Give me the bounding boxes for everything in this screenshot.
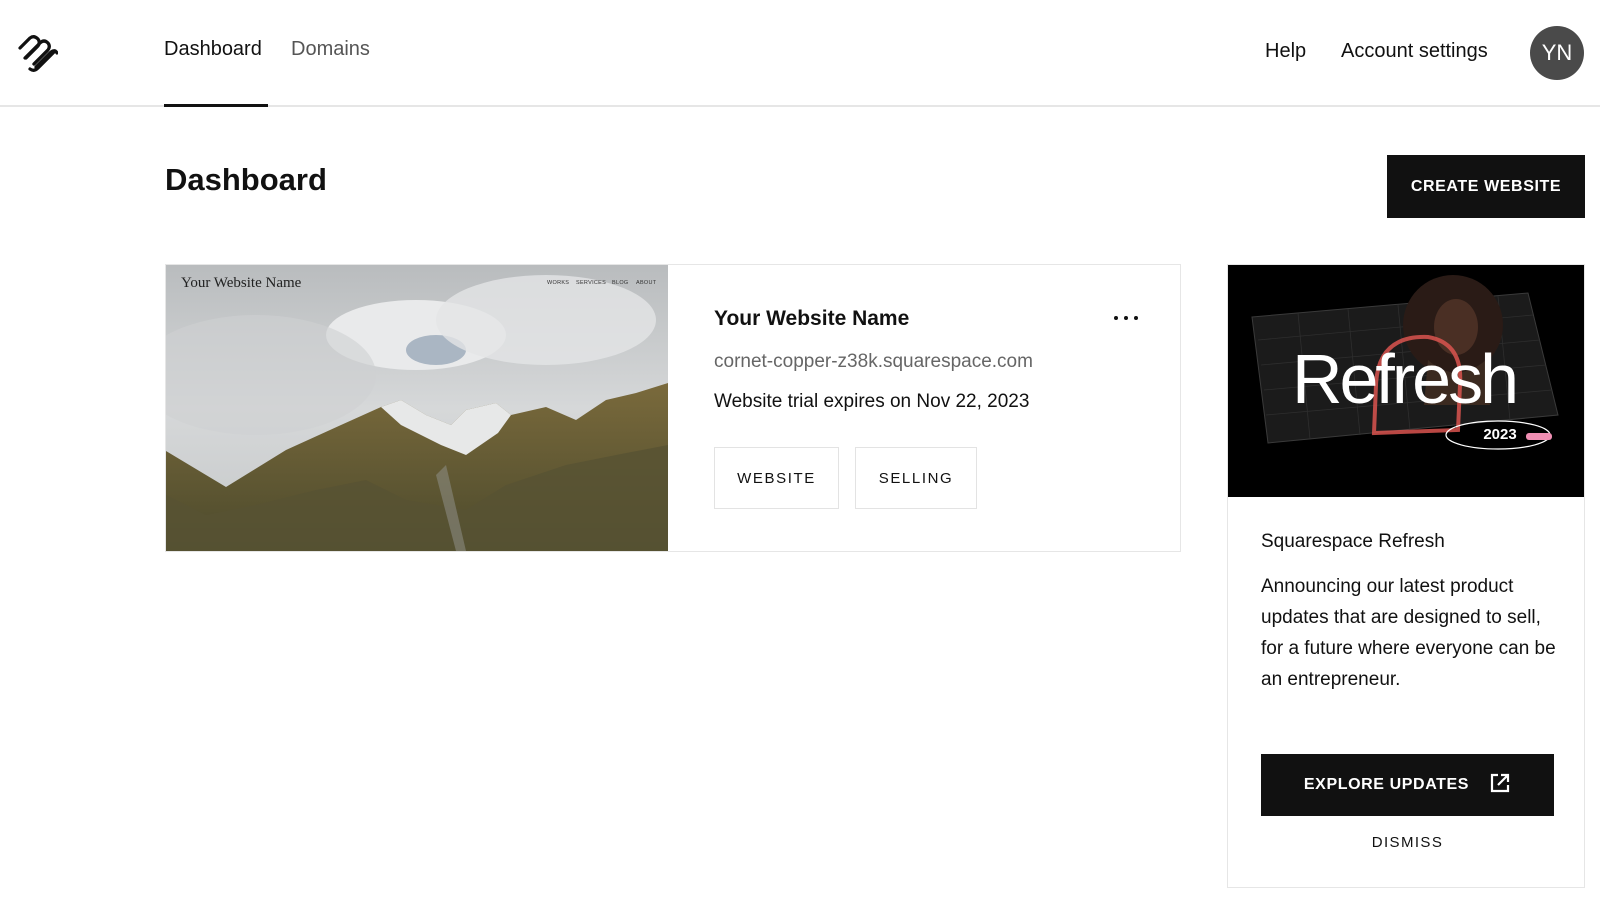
dismiss-button[interactable]: DISMISS <box>1261 827 1554 857</box>
preview-menu-item: BLOG <box>612 280 629 286</box>
tab-dashboard[interactable]: Dashboard <box>164 38 262 61</box>
preview-menu-item: WORKS <box>547 280 570 286</box>
external-link-icon <box>1489 772 1511 799</box>
promo-image-title: Refresh <box>1292 340 1516 418</box>
create-website-button[interactable]: CREATE WEBSITE <box>1387 155 1585 218</box>
site-url[interactable]: cornet-copper-z38k.squarespace.com <box>714 351 1033 373</box>
explore-updates-button[interactable]: EXPLORE UPDATES <box>1261 754 1554 816</box>
preview-menu-item: SERVICES <box>576 280 607 286</box>
refresh-promo-image: Refresh 2023 <box>1228 265 1584 497</box>
promo-card: Refresh 2023 Squarespace Refresh Announc… <box>1227 264 1585 888</box>
avatar[interactable]: YN <box>1530 26 1584 80</box>
active-tab-indicator <box>164 104 268 107</box>
top-navigation: Dashboard Domains Help Account settings … <box>0 0 1600 107</box>
promo-description: Announcing our latest product updates th… <box>1261 576 1556 690</box>
website-thumbnail[interactable]: Your Website Name WORKS SERVICES BLOG AB… <box>166 265 668 551</box>
promo-title: Squarespace Refresh <box>1261 531 1445 552</box>
preview-site-title: Your Website Name <box>181 275 302 291</box>
tab-domains[interactable]: Domains <box>291 38 370 61</box>
promo-image-year: 2023 <box>1483 426 1516 443</box>
more-horizontal-icon <box>1114 316 1118 320</box>
explore-updates-label: EXPLORE UPDATES <box>1303 776 1470 793</box>
more-options-button[interactable] <box>1101 303 1151 333</box>
squarespace-logo-icon[interactable] <box>16 34 59 72</box>
account-settings-link[interactable]: Account settings <box>1341 40 1488 63</box>
website-card: Your Website Name WORKS SERVICES BLOG AB… <box>165 264 1181 552</box>
page-title: Dashboard <box>165 162 327 197</box>
site-name[interactable]: Your Website Name <box>714 307 909 331</box>
website-button[interactable]: WEBSITE <box>714 447 839 509</box>
help-link[interactable]: Help <box>1265 40 1306 63</box>
more-horizontal-icon-dot <box>1134 316 1138 320</box>
selling-button[interactable]: SELLING <box>855 447 977 509</box>
trial-status: Website trial expires on Nov 22, 2023 <box>714 391 1030 412</box>
more-horizontal-icon-dot <box>1124 316 1128 320</box>
preview-menu-item: ABOUT <box>636 280 657 286</box>
mountain-landscape-image <box>166 265 668 551</box>
